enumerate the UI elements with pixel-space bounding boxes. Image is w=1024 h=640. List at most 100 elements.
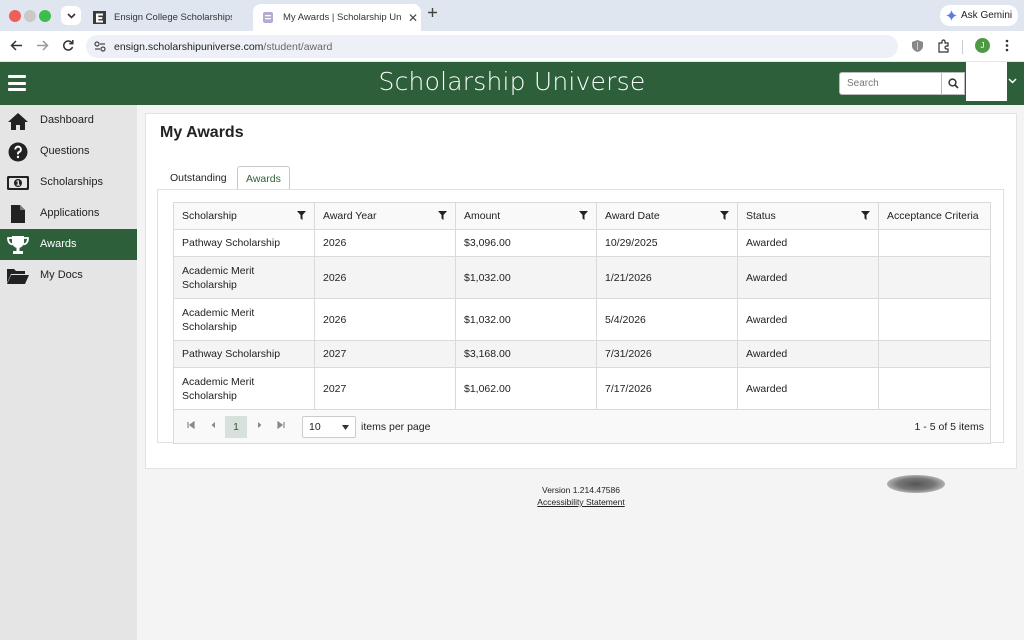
maximize-window-button[interactable] [39,10,51,22]
browser-toolbar: ensign.scholarshipuniverse.com/student/a… [0,31,1024,83]
filter-icon[interactable] [579,211,588,220]
home-icon [6,110,30,132]
first-page-icon[interactable] [187,421,195,429]
awards-panel: My Awards Outstanding Awards Scholarship… [145,113,1017,469]
sidebar-item-my-docs[interactable]: My Docs [0,260,137,291]
sidebar-item-questions[interactable]: Questions [0,136,137,167]
site-header: Scholarship Universe [0,62,1024,105]
browser-tab-my-awards[interactable]: My Awards | Scholarship Univ ✕ [253,4,421,31]
cell-scholarship: Pathway Scholarship [174,230,315,256]
cell-award-date: 7/17/2026 [597,368,738,409]
profile-avatar[interactable]: J [975,38,990,53]
cell-acceptance-criteria [879,299,990,340]
search-input[interactable] [839,72,942,95]
cell-acceptance-criteria [879,257,990,298]
cell-acceptance-criteria [879,341,990,367]
column-header-label: Status [746,210,776,222]
cell-status: Awarded [738,341,879,367]
sidebar-nav: Dashboard Questions 1 Scholarships Appli… [0,105,137,640]
minimize-window-button[interactable] [24,10,36,22]
money-icon: 1 [6,172,30,194]
table-row[interactable]: Pathway Scholarship 2026 $3,096.00 10/29… [174,230,990,257]
user-menu-chevron-down-icon[interactable] [1008,78,1017,84]
back-arrow-icon[interactable] [10,39,23,52]
close-window-button[interactable] [9,10,21,22]
next-page-icon[interactable] [257,421,263,429]
column-header-scholarship[interactable]: Scholarship [174,203,315,229]
grid-header-row: Scholarship Award Year Amount Award Date… [174,203,990,230]
forward-arrow-icon[interactable] [36,39,49,52]
sidebar-item-applications[interactable]: Applications [0,198,137,229]
column-header-award-year[interactable]: Award Year [315,203,456,229]
url-host: ensign.scholarshipuniverse.com [114,40,264,53]
table-row[interactable]: Academic Merit Scholarship 2026 $1,032.0… [174,299,990,341]
sidebar-item-label: Applications [40,207,100,219]
column-header-status[interactable]: Status [738,203,879,229]
pager-info: 1 - 5 of 5 items [914,421,984,433]
folder-open-icon [6,265,30,287]
table-row[interactable]: Pathway Scholarship 2027 $3,168.00 7/31/… [174,341,990,368]
cell-scholarship: Academic Merit Scholarship [174,368,315,409]
cell-status: Awarded [738,368,879,409]
sidebar-item-awards[interactable]: Awards [0,229,137,260]
address-bar[interactable]: ensign.scholarshipuniverse.com/student/a… [86,35,898,58]
version-text: Version 1.214.47586 [542,485,620,495]
cell-award-year: 2026 [315,230,456,256]
sidebar-item-label: Scholarships [40,176,103,188]
table-row[interactable]: Academic Merit Scholarship 2027 $1,062.0… [174,368,990,410]
sidebar-item-scholarships[interactable]: 1 Scholarships [0,167,137,198]
accessibility-statement-link[interactable]: Accessibility Statement [537,497,624,507]
redacted-badge [887,475,945,493]
ask-gemini-button[interactable]: Ask Gemini [940,5,1018,26]
tab-awards[interactable]: Awards [237,166,290,190]
new-tab-button[interactable] [427,7,438,18]
footer-links: Accessibility Statement [145,497,1017,507]
cell-acceptance-criteria [879,368,990,409]
previous-page-icon[interactable] [210,421,216,429]
browser-tab-bar: Ensign College Scholarships | My Awards … [0,0,1024,31]
table-row[interactable]: Academic Merit Scholarship 2026 $1,032.0… [174,257,990,299]
current-page-button[interactable]: 1 [225,416,247,438]
filter-icon[interactable] [297,211,306,220]
page-size-value: 10 [309,421,321,433]
column-header-label: Award Year [323,210,377,222]
filter-icon[interactable] [438,211,447,220]
cell-award-date: 7/31/2026 [597,341,738,367]
sidebar-item-label: My Docs [40,269,83,281]
reload-icon[interactable] [62,39,74,52]
close-tab-icon[interactable]: ✕ [407,11,419,25]
page-size-select[interactable]: 10 [302,416,356,438]
extensions-puzzle-icon[interactable] [937,39,951,53]
column-header-acceptance-criteria[interactable]: Acceptance Criteria [879,203,990,229]
sidebar-item-label: Questions [40,145,90,157]
items-per-page-label: items per page [361,421,431,433]
browser-tab-ensign[interactable]: Ensign College Scholarships | [84,4,252,31]
site-settings-icon[interactable] [94,41,106,52]
gemini-sparkle-icon [946,10,957,21]
scholarship-universe-favicon-icon [261,11,275,25]
last-page-icon[interactable] [277,421,285,429]
cell-scholarship: Academic Merit Scholarship [174,299,315,340]
filter-icon[interactable] [720,211,729,220]
tab-outstanding[interactable]: Outstanding [162,166,235,189]
cell-award-year: 2026 [315,299,456,340]
document-icon [6,203,30,225]
extension-shield-icon[interactable] [911,39,924,53]
sidebar-item-dashboard[interactable]: Dashboard [0,105,137,136]
column-header-label: Scholarship [182,210,237,222]
column-header-label: Award Date [605,210,660,222]
browser-menu-icon[interactable] [1005,39,1009,52]
filter-icon[interactable] [861,211,870,220]
column-header-award-date[interactable]: Award Date [597,203,738,229]
sidebar-item-label: Awards [40,238,77,250]
cell-status: Awarded [738,230,879,256]
user-menu-avatar[interactable] [966,62,1007,101]
column-header-amount[interactable]: Amount [456,203,597,229]
cell-award-year: 2027 [315,368,456,409]
tab-search-button[interactable] [61,6,81,25]
ask-gemini-label: Ask Gemini [961,10,1013,21]
search-button[interactable] [942,72,965,95]
sidebar-item-label: Dashboard [40,114,94,126]
cell-scholarship: Pathway Scholarship [174,341,315,367]
cell-amount: $3,168.00 [456,341,597,367]
